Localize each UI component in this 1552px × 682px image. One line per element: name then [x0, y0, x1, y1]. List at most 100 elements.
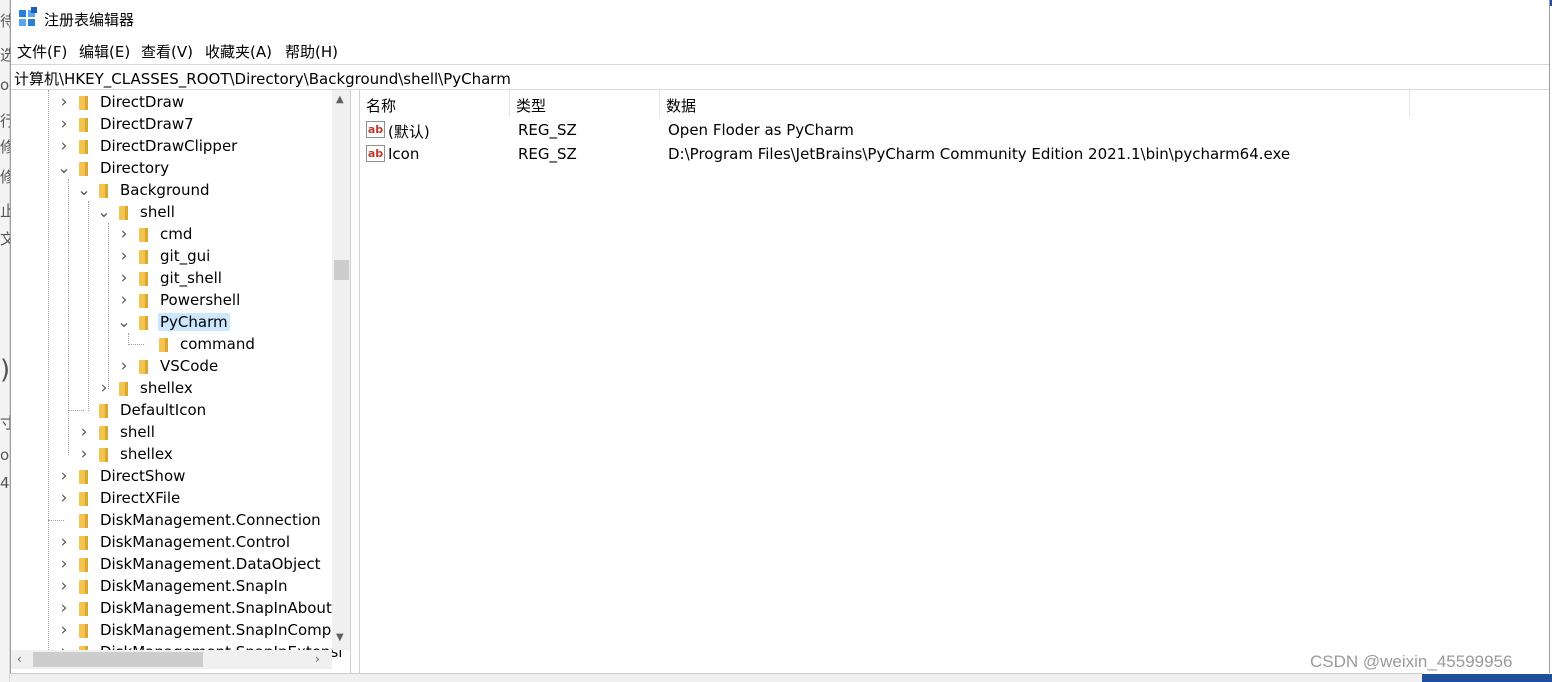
value-list-pane[interactable]: 名称 类型 数据 ab (默认) REG_SZ Open Floder as P… — [359, 90, 1549, 673]
chevron-right-icon[interactable]: › — [117, 356, 131, 376]
tree-node-label[interactable]: DiskManagement.SnapInCompo — [98, 621, 342, 639]
tree-node-label[interactable]: DirectDraw7 — [98, 115, 196, 133]
tree-node[interactable]: › DiskManagement.SnapInCompo — [57, 619, 342, 641]
tree-vertical-scrollbar[interactable]: ▲ ▼ — [332, 90, 350, 650]
tree-node-label[interactable]: DiskManagement.SnapInAbout — [98, 599, 334, 617]
tree-node[interactable]: › DiskManagement.SnapIn — [57, 575, 289, 597]
chevron-right-icon[interactable]: › — [57, 114, 71, 134]
tree-node[interactable]: › DirectXFile — [57, 487, 182, 509]
chevron-right-icon[interactable]: › — [57, 532, 71, 552]
tree-node-label[interactable]: Powershell — [158, 291, 242, 309]
chevron-right-icon[interactable]: › — [117, 290, 131, 310]
tree-node-label[interactable]: DirectDraw — [98, 93, 186, 111]
tree-node[interactable]: › git_gui — [117, 245, 212, 267]
tree-node[interactable]: › DirectDrawClipper — [57, 135, 239, 157]
value-row[interactable]: ab Icon REG_SZ D:\Program Files\JetBrain… — [360, 142, 1420, 166]
tree-node[interactable]: ⌄ shell — [97, 201, 177, 223]
column-header-name[interactable]: 名称 — [360, 90, 510, 116]
tree-horizontal-scrollbar[interactable]: ‹ › — [11, 650, 332, 669]
tree-node[interactable]: ⌄ Background — [77, 179, 212, 201]
scroll-up-arrow-icon[interactable]: ▲ — [336, 94, 344, 105]
tree-node-label[interactable]: git_shell — [158, 269, 224, 287]
tree-node[interactable]: › DirectDraw7 — [57, 113, 196, 135]
tree-node[interactable]: › DirectDraw — [57, 91, 186, 113]
tree-node-label[interactable]: shellex — [138, 379, 195, 397]
scroll-down-arrow-icon[interactable]: ▼ — [336, 632, 344, 643]
chevron-right-icon[interactable]: › — [117, 246, 131, 266]
chevron-right-icon[interactable]: › — [57, 576, 71, 596]
value-data: D:\Program Files\JetBrains\PyCharm Commu… — [668, 145, 1291, 163]
tree-node-label[interactable]: DefaultIcon — [118, 401, 208, 419]
tree-node[interactable]: › Powershell — [117, 289, 242, 311]
folder-icon — [76, 469, 90, 484]
tree-node[interactable]: › DirectShow — [57, 465, 187, 487]
tree-node[interactable]: DefaultIcon — [77, 399, 208, 421]
chevron-right-icon[interactable]: › — [77, 422, 91, 442]
tree-node[interactable]: › DiskManagement.Control — [57, 531, 292, 553]
address-path[interactable]: 计算机\HKEY_CLASSES_ROOT\Directory\Backgrou… — [14, 68, 511, 89]
chevron-down-icon[interactable]: ⌄ — [117, 314, 131, 330]
chevron-right-icon[interactable]: › — [57, 620, 71, 640]
menu-view[interactable]: 查看(V) — [141, 41, 193, 62]
tree-node[interactable]: › DiskManagement.DataObject — [57, 553, 322, 575]
tree-node[interactable]: › shellex — [77, 443, 175, 465]
folder-icon — [76, 557, 90, 572]
title-bar[interactable]: 注册表编辑器 — [11, 0, 1549, 38]
tree-node[interactable]: › git_shell — [117, 267, 224, 289]
menu-file[interactable]: 文件(F) — [17, 41, 67, 62]
tree-node[interactable]: › DiskManagement.SnapInAbout — [57, 597, 334, 619]
tree-node-label[interactable]: VSCode — [158, 357, 220, 375]
address-bar[interactable]: 计算机\HKEY_CLASSES_ROOT\Directory\Backgrou… — [11, 64, 1549, 90]
tree-node-label[interactable]: cmd — [158, 225, 194, 243]
menu-edit[interactable]: 编辑(E) — [79, 41, 130, 62]
chevron-right-icon[interactable]: › — [57, 136, 71, 156]
chevron-right-icon[interactable]: › — [57, 488, 71, 508]
tree-node-label[interactable]: DirectShow — [98, 467, 187, 485]
chevron-down-icon[interactable]: ⌄ — [77, 182, 91, 198]
tree-node-label[interactable]: DirectXFile — [98, 489, 182, 507]
menu-help[interactable]: 帮助(H) — [285, 41, 338, 62]
chevron-right-icon[interactable]: › — [97, 378, 111, 398]
tree-node-label-selected[interactable]: PyCharm — [158, 313, 230, 331]
tree-node-label[interactable]: git_gui — [158, 247, 212, 265]
tree-node-label[interactable]: shellex — [118, 445, 175, 463]
chevron-right-icon[interactable]: › — [77, 444, 91, 464]
chevron-right-icon[interactable]: › — [117, 268, 131, 288]
column-header-type[interactable]: 类型 — [510, 90, 660, 116]
tree-node[interactable]: › VSCode — [117, 355, 220, 377]
tree-node[interactable]: command — [137, 333, 257, 355]
tree-node[interactable]: › cmd — [117, 223, 194, 245]
scroll-thumb[interactable] — [33, 652, 203, 667]
chevron-down-icon[interactable]: ⌄ — [57, 160, 71, 176]
tree-node-label[interactable]: DiskManagement.Connection — [98, 511, 323, 529]
tree-node-label[interactable]: DiskManagement.Control — [98, 533, 292, 551]
tree-node-label[interactable]: DiskManagement.DataObject — [98, 555, 322, 573]
tree-node-label[interactable]: shell — [138, 203, 177, 221]
value-data: Open Floder as PyCharm — [668, 121, 854, 139]
tree-node-label[interactable]: DiskManagement.SnapIn — [98, 577, 289, 595]
chevron-right-icon[interactable]: › — [57, 466, 71, 486]
column-header-data[interactable]: 数据 — [660, 90, 1410, 116]
tree-node[interactable]: ⌄ PyCharm — [117, 311, 230, 333]
tree-node[interactable]: ⌄ Directory — [57, 157, 171, 179]
tree-node-label[interactable]: DirectDrawClipper — [98, 137, 239, 155]
key-tree-pane[interactable]: › DirectDraw › DirectDraw7 › DirectDrawClippe… — [11, 90, 351, 673]
chevron-down-icon[interactable]: ⌄ — [97, 204, 111, 220]
scroll-left-arrow-icon[interactable]: ‹ — [17, 652, 22, 666]
menu-favorites[interactable]: 收藏夹(A) — [205, 41, 272, 62]
tree-node-label[interactable]: shell — [118, 423, 157, 441]
background-glyph: 止 — [0, 202, 10, 220]
tree-node-label[interactable]: Background — [118, 181, 212, 199]
scroll-right-arrow-icon[interactable]: › — [315, 652, 320, 666]
tree-node[interactable]: › shell — [77, 421, 157, 443]
chevron-right-icon[interactable]: › — [57, 554, 71, 574]
tree-node-label[interactable]: Directory — [98, 159, 171, 177]
chevron-right-icon[interactable]: › — [117, 224, 131, 244]
tree-node[interactable]: DiskManagement.Connection — [57, 509, 323, 531]
tree-node-label[interactable]: command — [178, 335, 257, 353]
value-row[interactable]: ab (默认) REG_SZ Open Floder as PyCharm — [360, 118, 1420, 142]
scroll-thumb[interactable] — [334, 260, 349, 280]
chevron-right-icon[interactable]: › — [57, 598, 71, 618]
tree-node[interactable]: › shellex — [97, 377, 195, 399]
chevron-right-icon[interactable]: › — [57, 92, 71, 112]
